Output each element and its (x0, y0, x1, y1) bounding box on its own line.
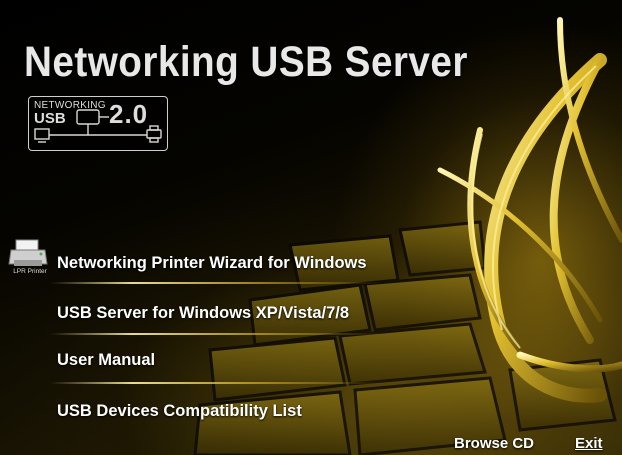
printer-icon (8, 239, 48, 266)
user-manual-button[interactable]: User Manual (57, 351, 155, 370)
printer-small-icon (146, 125, 162, 143)
menu-divider (50, 333, 380, 335)
badge-diagram (34, 109, 162, 143)
networking-printer-wizard-button[interactable]: Networking Printer Wizard for Windows (57, 254, 367, 273)
app-title: Networking USB Server (24, 38, 468, 86)
browse-cd-button[interactable]: Browse CD (454, 435, 534, 452)
usb-2-badge: NETWORKING USB 2.0 (28, 96, 168, 151)
menu-divider (50, 382, 380, 384)
lpr-printer-label: LPR Printer (13, 268, 47, 275)
usb-compatibility-list-button[interactable]: USB Devices Compatibility List (57, 402, 302, 421)
computer-icon (34, 128, 50, 143)
installer-window: Networking USB Server NETWORKING USB 2.0 (0, 0, 622, 455)
exit-button[interactable]: Exit (575, 435, 603, 452)
server-icon (76, 109, 100, 125)
menu-divider (50, 282, 380, 284)
usb-server-windows-button[interactable]: USB Server for Windows XP/Vista/7/8 (57, 304, 349, 323)
